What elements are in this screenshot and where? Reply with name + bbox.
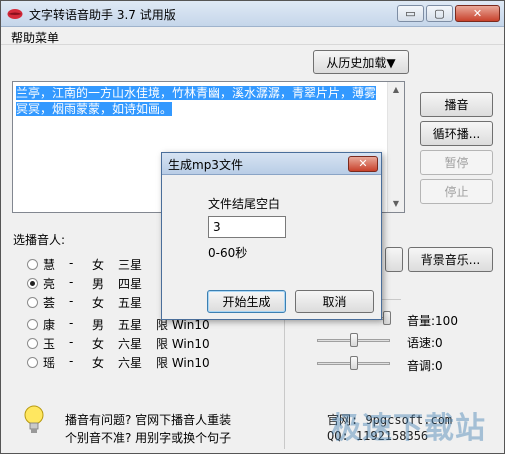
stop-button[interactable]: 停止 [420, 179, 493, 204]
scroll-up-icon[interactable]: ▲ [390, 84, 402, 96]
dialog-close-button[interactable]: ✕ [348, 156, 378, 172]
start-generate-button[interactable]: 开始生成 [207, 290, 286, 313]
voice-name: 荟 [43, 296, 56, 310]
close-button[interactable]: ✕ [455, 5, 500, 22]
voice-name: 亮 [43, 277, 56, 291]
voice-dash: - [69, 275, 74, 289]
voice-gender: 男 [92, 318, 105, 332]
text-content: 兰亭，江南的一方山水佳境，竹林青幽，溪水潺潺，青翠片片，薄雾冥冥，烟雨蒙蒙，如诗… [16, 86, 377, 116]
voice-radio[interactable] [27, 259, 38, 270]
voice-radio[interactable] [27, 319, 38, 330]
voice-stars: 六星 [118, 356, 143, 370]
dialog-title-bar[interactable]: 生成mp3文件 ✕ [162, 153, 381, 175]
voice-name: 慧 [43, 258, 56, 272]
cancel-button[interactable]: 取消 [295, 290, 374, 313]
voice-section-label: 选播音人: [13, 233, 66, 247]
voice-limit: 限 Win10 [156, 337, 210, 351]
voice-name: 瑶 [43, 356, 56, 370]
partial-hidden-button[interactable] [385, 247, 403, 272]
pause-button[interactable]: 暂停 [420, 150, 493, 175]
loop-play-button[interactable]: 循环播... [420, 121, 493, 146]
voice-stars: 四星 [118, 277, 143, 291]
volume-label: 音量:100 [407, 314, 458, 328]
voice-gender: 男 [92, 277, 105, 291]
lips-app-icon [7, 9, 23, 19]
pitch-label: 音调:0 [407, 359, 443, 373]
voice-dash: - [69, 316, 74, 330]
menu-bar: 帮助菜单 [1, 28, 504, 45]
menu-help[interactable]: 帮助菜单 [11, 29, 59, 46]
bottom-divider [284, 299, 285, 449]
voice-gender: 女 [92, 258, 105, 272]
window-title: 文字转语音助手 3.7 试用版 [29, 8, 176, 22]
trailing-silence-label: 文件结尾空白 [208, 197, 281, 211]
voice-stars: 三星 [118, 258, 143, 272]
speed-label: 语速:0 [407, 336, 443, 350]
voice-dash: - [69, 335, 74, 349]
voice-radio-selected[interactable] [27, 278, 38, 289]
voice-gender: 女 [92, 337, 105, 351]
voice-stars: 五星 [118, 296, 143, 310]
range-hint: 0-60秒 [208, 246, 248, 260]
voice-limit: 限 Win10 [156, 356, 210, 370]
hint-line-1: 播音有问题? 官网下播音人重装 [65, 413, 232, 427]
voice-dash: - [69, 354, 74, 368]
voice-dash: - [69, 294, 74, 308]
title-bar[interactable]: 文字转语音助手 3.7 试用版 ▭ ▢ ✕ [1, 1, 504, 27]
voice-radio[interactable] [27, 357, 38, 368]
load-history-button[interactable]: 从历史加载▼ [313, 50, 409, 74]
voice-radio[interactable] [27, 338, 38, 349]
hint-line-2: 个别音不准? 用别字或换个句子 [65, 431, 232, 445]
volume-slider-thumb[interactable] [383, 311, 391, 325]
voice-dash: - [69, 256, 74, 270]
lightbulb-icon [24, 405, 44, 433]
background-music-button[interactable]: 背景音乐... [408, 247, 493, 272]
main-window: 文字转语音助手 3.7 试用版 ▭ ▢ ✕ 帮助菜单 从历史加载▼ 兰亭，江南的… [0, 0, 505, 454]
text-scrollbar[interactable]: ▲ ▼ [387, 82, 404, 212]
trailing-silence-input[interactable]: 3 [208, 216, 286, 238]
scroll-down-icon[interactable]: ▼ [390, 198, 402, 210]
voice-stars: 六星 [118, 337, 143, 351]
dialog-title: 生成mp3文件 [168, 158, 243, 172]
restore-button[interactable]: ▢ [426, 5, 453, 22]
play-button[interactable]: 播音 [420, 92, 493, 117]
generate-mp3-dialog: 生成mp3文件 ✕ 文件结尾空白 3 0-60秒 开始生成 取消 [161, 152, 382, 320]
voice-radio[interactable] [27, 297, 38, 308]
voice-stars: 五星 [118, 318, 143, 332]
voice-name: 康 [43, 318, 56, 332]
voice-name: 玉 [43, 337, 56, 351]
watermark-text: 极速下载站 [331, 411, 486, 446]
minimize-button[interactable]: ▭ [397, 5, 424, 22]
voice-gender: 女 [92, 356, 105, 370]
speed-slider-thumb[interactable] [350, 333, 358, 347]
pitch-slider-thumb[interactable] [350, 356, 358, 370]
voice-gender: 女 [92, 296, 105, 310]
